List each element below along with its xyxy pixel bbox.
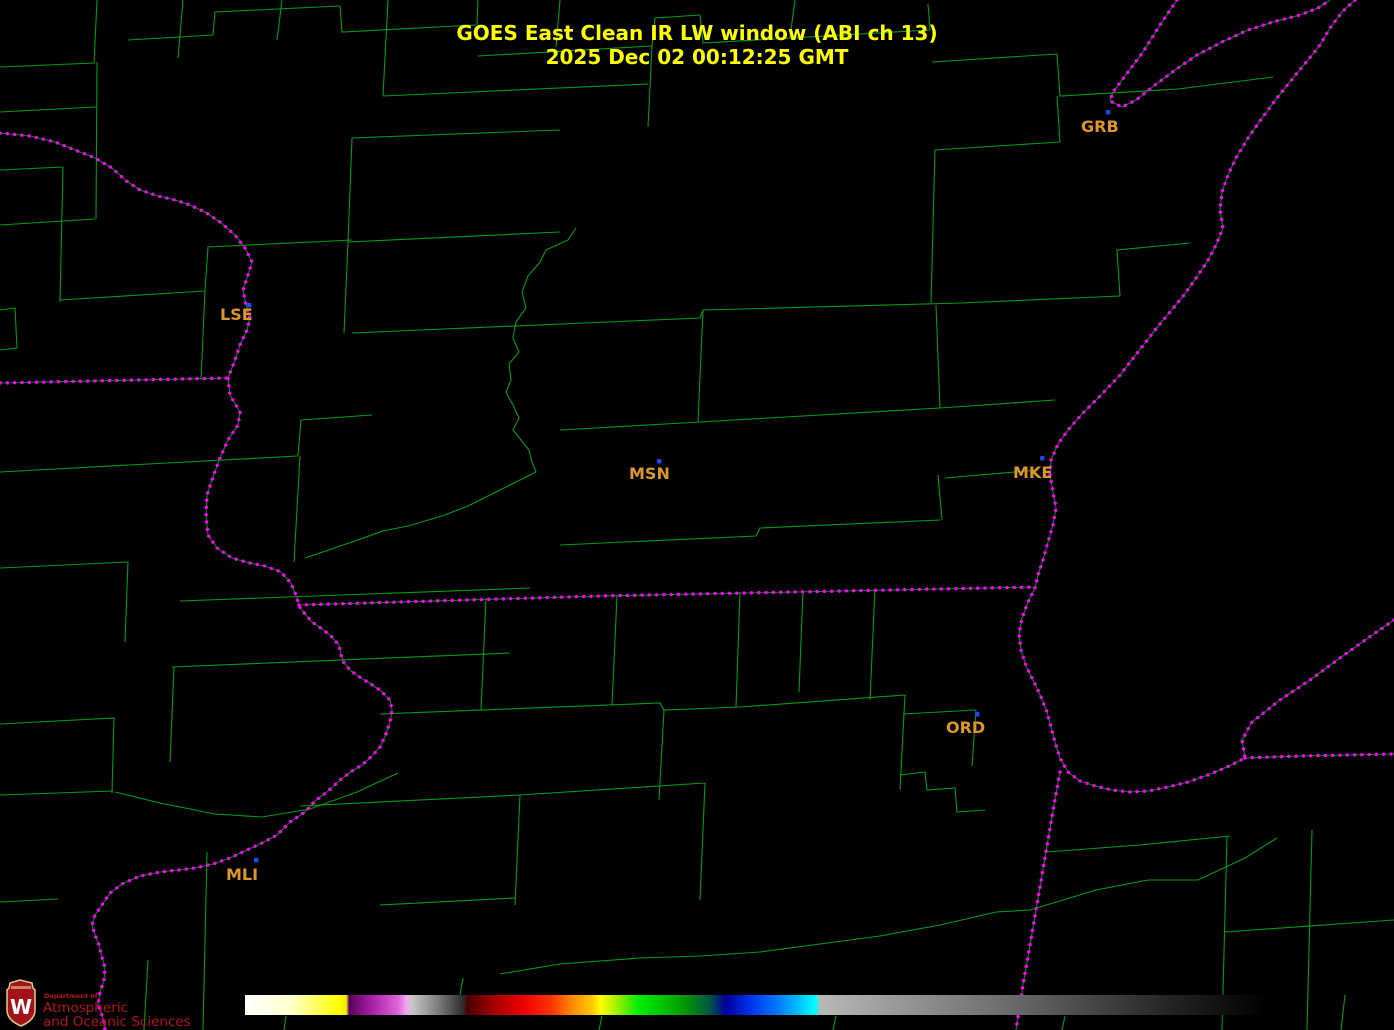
station-dot-icon <box>254 858 259 863</box>
station-label-mli: MLI <box>226 865 258 884</box>
station-label-mke: MKE <box>1013 463 1052 482</box>
title-line-1: GOES East Clean IR LW window (ABI ch 13) <box>456 21 937 45</box>
station-dot-icon <box>657 459 662 464</box>
logo-line-2: and Oceanic Sciences <box>43 1014 191 1030</box>
satellite-map: LSE GRB MSN MKE ORD MLI GOES East Clean IR LW… <box>0 0 1394 1030</box>
station-label-ord: ORD <box>946 718 985 737</box>
station-label-lse: LSE <box>220 305 253 324</box>
station-dot-icon <box>975 712 980 717</box>
svg-text:W: W <box>10 995 32 1019</box>
station-label-grb: GRB <box>1081 117 1119 136</box>
logo-dept-line: Department of <box>44 992 98 1000</box>
uw-crest-icon: W <box>6 979 36 1027</box>
station-dot-icon <box>1040 456 1045 461</box>
station-dot-icon <box>1106 110 1111 115</box>
station-label-msn: MSN <box>629 464 670 483</box>
goes-satellite-image-viewer: LSE GRB MSN MKE ORD MLI GOES East Clean IR LW… <box>0 0 1394 1030</box>
temperature-colorbar <box>245 995 1267 1015</box>
title-line-2: 2025 Dec 02 00:12:25 GMT <box>546 45 849 69</box>
map-background <box>0 0 1394 1030</box>
station-marker-lse: LSE <box>220 303 253 324</box>
